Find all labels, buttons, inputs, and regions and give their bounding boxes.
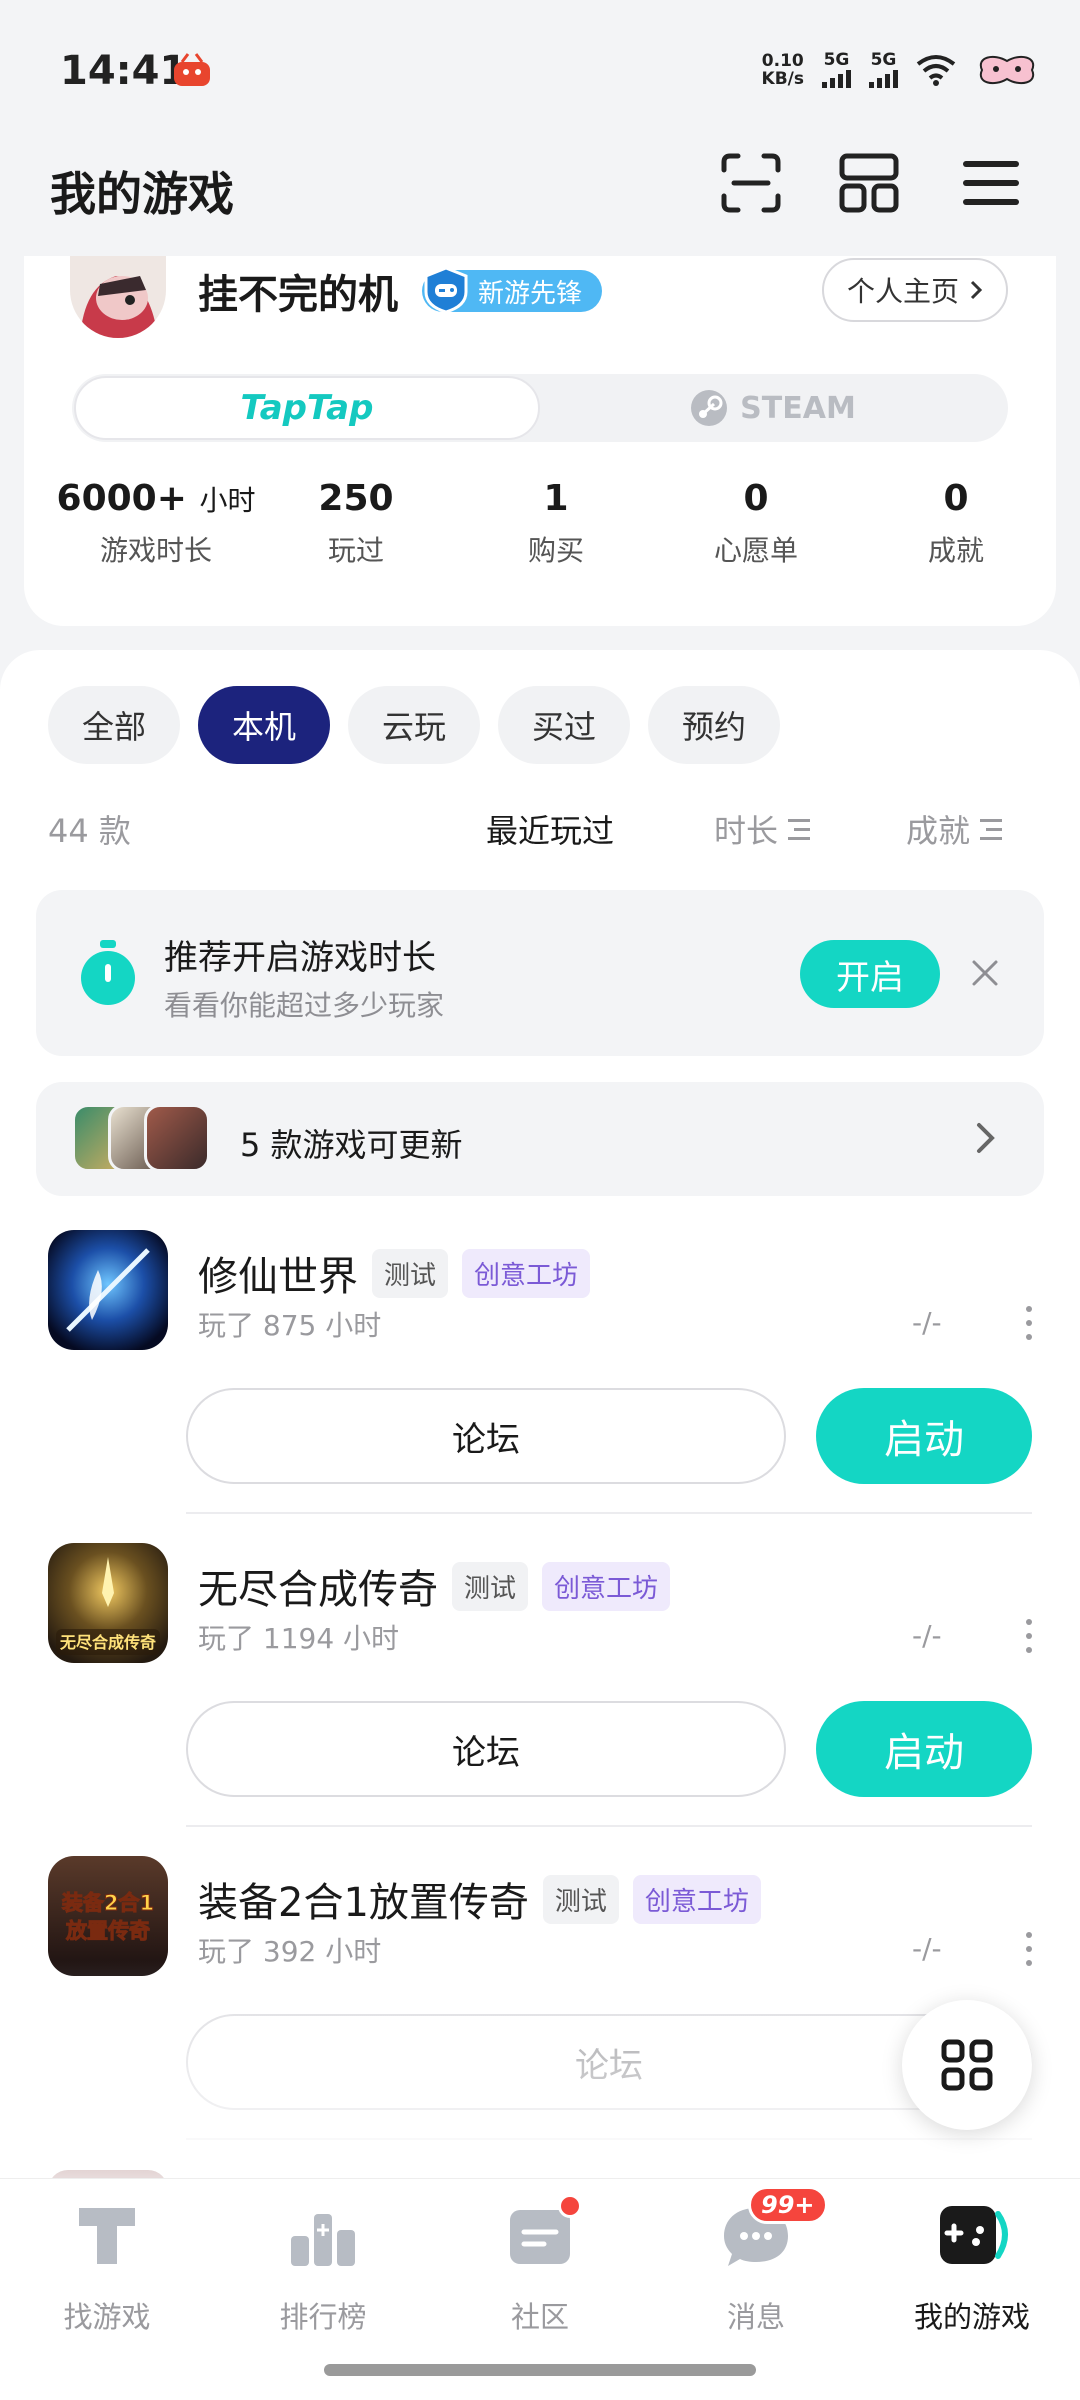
scan-icon[interactable]: [720, 152, 782, 214]
tag-workshop: 创意工坊: [542, 1561, 671, 1611]
find-games-icon: [71, 2200, 143, 2272]
more-icon[interactable]: [1024, 1306, 1034, 1340]
nav-community[interactable]: 社区: [450, 2194, 630, 2336]
tab-taptap[interactable]: TapTap: [74, 376, 540, 440]
net-speed: 0.10 KB/s: [761, 51, 804, 89]
close-icon[interactable]: [968, 956, 1002, 990]
community-icon: [504, 2194, 582, 2272]
stopwatch-icon: [78, 940, 138, 1006]
achievement-progress: -/-: [912, 1306, 942, 1339]
nav-messages[interactable]: 99+ 消息: [666, 2186, 846, 2336]
stat-achievements[interactable]: 0 成就: [856, 478, 1056, 569]
tag-test: 测试: [542, 1874, 619, 1924]
steam-icon: [691, 390, 728, 426]
sort-recent[interactable]: 最近玩过: [486, 806, 614, 852]
message-count-badge: 99+: [748, 2186, 828, 2224]
gamepad-shield-icon: [422, 266, 470, 314]
forum-button[interactable]: 论坛: [186, 1701, 786, 1797]
chip-local[interactable]: 本机: [198, 686, 330, 764]
game-title[interactable]: 无尽合成传奇 测试 创意工坊: [198, 1557, 671, 1615]
profile-home-button[interactable]: 个人主页: [822, 258, 1008, 322]
tag-test: 测试: [372, 1248, 449, 1298]
chevron-right-icon: [974, 1120, 998, 1156]
more-icon[interactable]: [1024, 1619, 1034, 1653]
my-games-icon: [936, 2200, 1008, 2272]
tab-steam[interactable]: STEAM: [540, 376, 1006, 440]
username: 挂不完的机: [198, 272, 398, 318]
chip-reserved[interactable]: 预约: [648, 686, 780, 764]
page-title: 我的游戏: [50, 167, 234, 221]
signal-icon-2: 5G: [869, 52, 898, 88]
rankings-icon: [287, 2200, 359, 2272]
launch-button[interactable]: 启动: [816, 1388, 1032, 1484]
updates-text: 5 款游戏可更新: [240, 1126, 463, 1164]
wifi-icon: [916, 55, 956, 86]
launch-button[interactable]: 启动: [816, 1701, 1032, 1797]
recommend-subtitle: 看看你能超过多少玩家: [164, 989, 445, 1022]
tag-workshop: 创意工坊: [462, 1248, 591, 1298]
stat-purchased[interactable]: 1 购买: [456, 478, 656, 569]
game-title[interactable]: 装备2合1放置传奇 测试 创意工坊: [198, 1870, 761, 1928]
grid-fab-button[interactable]: [902, 2000, 1032, 2130]
game-icon[interactable]: [48, 1230, 168, 1350]
game-icon[interactable]: 装备2合1 放置传奇: [48, 1856, 168, 1976]
tag-workshop: 创意工坊: [632, 1874, 761, 1924]
battery-icon: [979, 55, 1035, 85]
sort-icon: [980, 818, 1003, 840]
game-icon-text: 无尽合成传奇: [59, 1633, 156, 1652]
status-icons: 0.10 KB/s 5G 5G: [762, 48, 1040, 92]
play-time: 玩了 1194 小时: [198, 1622, 400, 1655]
game-icon[interactable]: 无尽合成传奇: [48, 1543, 168, 1663]
grid-icon: [941, 2039, 993, 2091]
enable-button[interactable]: 开启: [800, 940, 940, 1008]
sort-achievement[interactable]: 成就: [906, 806, 1003, 852]
achievement-progress: -/-: [912, 1619, 942, 1652]
chevron-right-icon: [970, 280, 983, 300]
status-time: 14:41: [60, 48, 188, 94]
game-title[interactable]: 修仙世界 测试 创意工坊: [198, 1244, 591, 1302]
layout-icon[interactable]: [838, 152, 900, 214]
play-time: 玩了 875 小时: [198, 1309, 382, 1342]
game-icon-text: 放置传奇: [65, 1919, 150, 1943]
sort-duration[interactable]: 时长: [714, 806, 811, 852]
nav-my-games[interactable]: 我的游戏: [882, 2200, 1062, 2336]
update-game-avatar: [144, 1104, 210, 1172]
signal-icon-1: 5G: [822, 52, 851, 88]
nav-rankings[interactable]: 排行榜: [233, 2200, 413, 2336]
forum-button[interactable]: 论坛: [186, 1388, 786, 1484]
sort-icon: [788, 818, 811, 840]
stat-wishlist[interactable]: 0 心愿单: [656, 478, 856, 569]
stat-play-time[interactable]: 6000+ 小时 游戏时长: [56, 478, 256, 569]
divider: [186, 1825, 1032, 1827]
nav-find-games[interactable]: 找游戏: [17, 2200, 197, 2336]
home-indicator[interactable]: [324, 2364, 756, 2376]
recommend-title: 推荐开启游戏时长: [164, 938, 436, 978]
notification-dot: [558, 2194, 582, 2218]
chip-all[interactable]: 全部: [48, 686, 180, 764]
stat-played[interactable]: 250 玩过: [256, 478, 456, 569]
tag-test: 测试: [452, 1561, 529, 1611]
chip-cloud[interactable]: 云玩: [348, 686, 480, 764]
game-count: 44 款: [48, 812, 131, 850]
menu-icon[interactable]: [960, 152, 1022, 214]
chip-bought[interactable]: 买过: [498, 686, 630, 764]
app-notification-icon: [172, 50, 212, 88]
divider: [186, 1512, 1032, 1514]
messages-icon: 99+: [720, 2186, 828, 2272]
game-icon-text: 装备2合1: [62, 1891, 154, 1915]
